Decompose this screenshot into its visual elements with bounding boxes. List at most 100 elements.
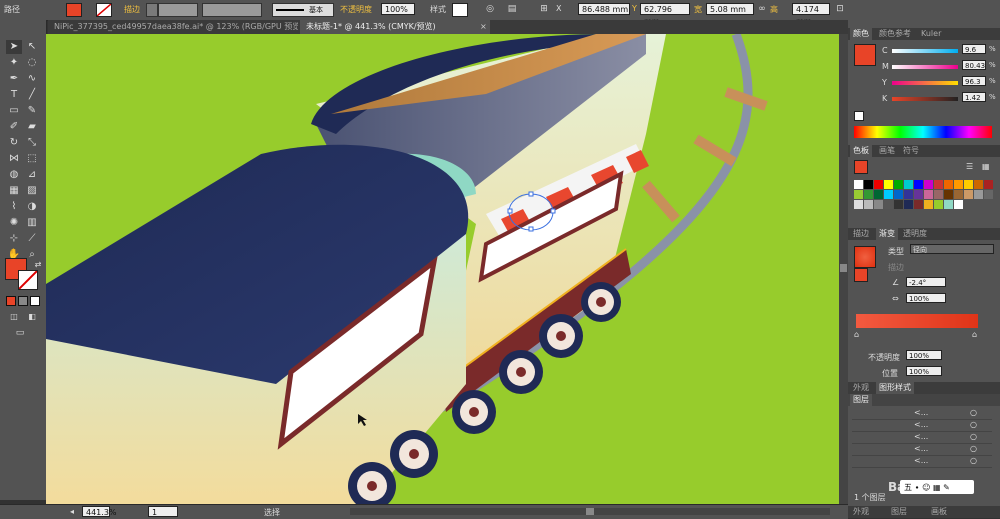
tab-swatches[interactable]: 色板 — [850, 145, 872, 157]
link-icon[interactable]: ∞ — [756, 3, 768, 15]
none-color-button[interactable] — [854, 111, 864, 121]
layer-row[interactable]: <... ○ — [852, 432, 992, 444]
y-field[interactable]: 62.796 mm — [640, 3, 690, 26]
channel-y-field[interactable]: 96.3 — [962, 76, 986, 86]
height-field[interactable]: 4.174 mm — [792, 3, 830, 26]
swatch-grid[interactable] — [854, 180, 998, 220]
brush-profile-dropdown[interactable]: 基本 — [272, 3, 334, 17]
tab-appearance[interactable]: 外观 — [850, 382, 872, 394]
rectangle-tool-icon[interactable]: ▭ — [6, 104, 22, 118]
lasso-tool-icon[interactable]: ◌ — [24, 56, 40, 70]
artboard-tool-icon[interactable]: ⊹ — [6, 232, 22, 246]
gradient-tool-icon[interactable]: ▨ — [24, 184, 40, 198]
tab-symbols[interactable]: 符号 — [900, 145, 922, 157]
list-view-icon[interactable]: ☰ — [966, 162, 973, 171]
target-icon[interactable]: ○ — [970, 444, 977, 453]
graph-tool-icon[interactable]: ▥ — [24, 216, 40, 230]
channel-k-slider[interactable] — [892, 97, 958, 101]
layer-row[interactable]: <... ○ — [852, 456, 992, 468]
slice-tool-icon[interactable]: ⟋ — [24, 232, 40, 246]
gradient-preview-swatch[interactable] — [854, 246, 876, 268]
tab-kuler[interactable]: Kuler — [918, 28, 944, 40]
reference-point-icon[interactable]: ⊞ — [538, 3, 550, 15]
tab-layers[interactable]: 图层 — [850, 394, 872, 406]
pen-tool-icon[interactable]: ✒ — [6, 72, 22, 86]
tab-appearance-bottom[interactable]: 外观 — [850, 506, 872, 518]
swap-colors-icon[interactable]: ⇄ — [30, 258, 46, 272]
horizontal-scrollbar[interactable] — [350, 508, 830, 515]
channel-y-slider[interactable] — [892, 81, 958, 85]
color-mode-icon[interactable] — [6, 296, 16, 306]
tab-color[interactable]: 颜色 — [850, 28, 872, 40]
zoom-field[interactable]: 441.3% — [82, 506, 117, 517]
shape-builder-tool-icon[interactable]: ◍ — [6, 168, 22, 182]
vertical-scrollbar[interactable] — [839, 34, 848, 504]
gradient-mode-icon[interactable] — [18, 296, 28, 306]
mesh-tool-icon[interactable]: ▦ — [6, 184, 22, 198]
paintbrush-tool-icon[interactable]: ✎ — [24, 104, 40, 118]
variable-width-dropdown[interactable] — [202, 3, 262, 17]
layer-row[interactable]: <... ○ — [852, 444, 992, 456]
eyedropper-tool-icon[interactable]: ⌇ — [6, 200, 22, 214]
pencil-tool-icon[interactable]: ✐ — [6, 120, 22, 134]
perspective-grid-tool-icon[interactable]: ⊿ — [24, 168, 40, 182]
tab-stroke[interactable]: 描边 — [850, 228, 872, 240]
angle-field[interactable]: -2.4° — [906, 277, 946, 287]
rotate-tool-icon[interactable]: ↻ — [6, 136, 22, 150]
channel-c-field[interactable]: 9.6 — [962, 44, 986, 54]
gradient-type-dropdown[interactable]: 径向 — [910, 244, 994, 254]
type-tool-icon[interactable]: T — [6, 88, 22, 102]
eraser-tool-icon[interactable]: ▰ — [24, 120, 40, 134]
recolor-icon[interactable]: ◎ — [484, 3, 496, 15]
selection-tool-icon[interactable]: ➤ — [6, 40, 22, 54]
screen-mode-icon[interactable]: ▭ — [12, 326, 28, 340]
tab-transparency[interactable]: 透明度 — [900, 228, 930, 240]
channel-m-field[interactable]: 80.43 — [962, 60, 986, 70]
stroke-color-box[interactable] — [18, 270, 38, 290]
channel-c-slider[interactable] — [892, 49, 958, 53]
right-gradient-stop[interactable]: ⌂ — [972, 330, 977, 339]
artboard-nav-icon[interactable]: ◂ — [70, 507, 74, 516]
tab-artboards[interactable]: 画板 — [928, 506, 950, 518]
ime-toolbar[interactable]: 五 ∙ ☺ ▦ ✎ — [900, 480, 974, 494]
stroke-weight-field[interactable] — [158, 3, 198, 17]
tab-nipic[interactable]: NiPic_377395_ced49957daea38fe.ai* @ 123%… — [48, 20, 298, 34]
opacity-label[interactable]: 不透明度 — [340, 4, 372, 15]
stroke-swatch[interactable] — [96, 3, 112, 17]
tab-gradient[interactable]: 渐变 — [876, 228, 898, 240]
free-transform-tool-icon[interactable]: ⬚ — [24, 152, 40, 166]
tab-layers-bottom[interactable]: 图层 — [888, 506, 910, 518]
stop-location-field[interactable]: 100% — [906, 366, 942, 376]
draw-normal-icon[interactable]: ◫ — [6, 310, 22, 324]
gradient-slider[interactable] — [856, 314, 978, 328]
grid-view-icon[interactable]: ▦ — [982, 162, 990, 171]
target-icon[interactable]: ○ — [970, 408, 977, 417]
width-tool-icon[interactable]: ⋈ — [6, 152, 22, 166]
direct-selection-tool-icon[interactable]: ↖ — [24, 40, 40, 54]
width-field[interactable]: 5.08 mm — [706, 3, 754, 15]
canvas[interactable] — [46, 34, 839, 504]
align-icon[interactable]: ▤ — [506, 3, 518, 15]
stop-opacity-field[interactable]: 100% — [906, 350, 942, 360]
gradient-fill-swatch[interactable] — [854, 268, 868, 282]
active-swatch[interactable] — [854, 160, 868, 174]
scale-tool-icon[interactable]: ⤡ — [24, 136, 40, 150]
tab-graphic-styles[interactable]: 图形样式 — [876, 382, 914, 394]
symbol-sprayer-tool-icon[interactable]: ✺ — [6, 216, 22, 230]
target-icon[interactable]: ○ — [970, 456, 977, 465]
none-mode-icon[interactable] — [30, 296, 40, 306]
opacity-field[interactable]: 100% — [381, 3, 415, 15]
magic-wand-tool-icon[interactable]: ✦ — [6, 56, 22, 70]
transform-icon[interactable]: ⊡ — [834, 3, 846, 15]
draw-behind-icon[interactable]: ◧ — [24, 310, 40, 324]
target-icon[interactable]: ○ — [970, 420, 977, 429]
fill-swatch[interactable] — [66, 3, 82, 17]
channel-m-slider[interactable] — [892, 65, 958, 69]
stroke-label[interactable]: 描边 — [124, 4, 140, 15]
left-gradient-stop[interactable]: ⌂ — [854, 330, 859, 339]
style-swatch[interactable] — [452, 3, 468, 17]
tab-color-guide[interactable]: 颜色参考 — [876, 28, 914, 40]
layer-row[interactable]: <... ○ — [852, 408, 992, 420]
aspect-ratio-field[interactable]: 100% — [906, 293, 946, 303]
target-icon[interactable]: ○ — [970, 432, 977, 441]
